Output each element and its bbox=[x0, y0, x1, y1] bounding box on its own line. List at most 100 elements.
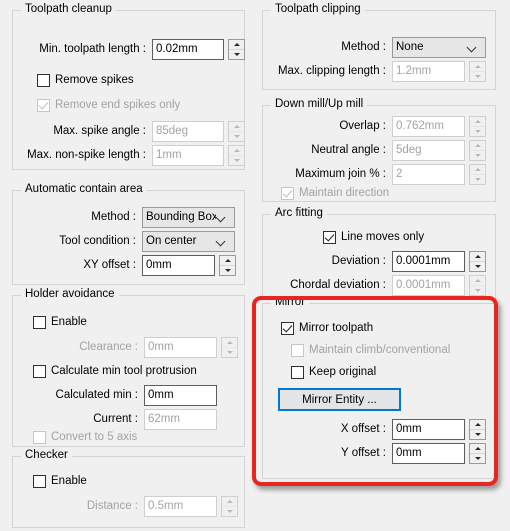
spinner-up-icon[interactable] bbox=[470, 252, 485, 262]
group-title-automatic-contain-area: Automatic contain area bbox=[21, 183, 147, 195]
checkbox-box-remove-end-spikes-only bbox=[37, 98, 50, 112]
checkbox-holder-enable[interactable]: Enable bbox=[33, 312, 87, 332]
spinner-max-clipping-length bbox=[469, 60, 486, 82]
input-max-spike-angle: 85deg bbox=[152, 120, 224, 142]
checkbox-box-maintain-direction bbox=[281, 186, 294, 200]
row-chordal-deviation: Chordal deviation : 0.0001mm bbox=[263, 274, 497, 296]
spinner-up-icon[interactable] bbox=[220, 256, 235, 266]
group-title-down-mill-up-mill: Down mill/Up mill bbox=[271, 98, 368, 110]
checkbox-box-holder-enable[interactable] bbox=[33, 315, 46, 329]
checkbox-checker-enable[interactable]: Enable bbox=[33, 471, 87, 491]
group-arc-fitting: Arc fitting Line moves only Deviation : … bbox=[262, 207, 497, 300]
checkbox-box-line-moves-only[interactable] bbox=[323, 230, 336, 244]
checkbox-label-mirror-toolpath: Mirror toolpath bbox=[299, 322, 374, 334]
row-min-toolpath-length: Min. toolpath length : 0.02mm bbox=[13, 38, 246, 60]
spinner-y-offset[interactable] bbox=[469, 442, 486, 464]
group-toolpath-clipping: Toolpath clipping Method : None Max. cli… bbox=[262, 3, 496, 90]
group-title-checker: Checker bbox=[21, 449, 72, 461]
checkbox-box-checker-enable[interactable] bbox=[33, 474, 46, 488]
label-min-toolpath-length: Min. toolpath length : bbox=[39, 43, 146, 55]
group-checker: Checker Enable Distance : 0.5mm bbox=[12, 449, 246, 528]
spinner-down-icon[interactable] bbox=[470, 454, 485, 463]
checkbox-convert-to-5-axis: Convert to 5 axis bbox=[33, 427, 137, 447]
spinner-up-icon bbox=[222, 497, 237, 507]
input-x-offset[interactable]: 0mm bbox=[392, 418, 465, 440]
checkbox-box-mirror-toolpath[interactable] bbox=[281, 321, 294, 335]
checkbox-maintain-climb-conventional: Maintain climb/conventional bbox=[291, 340, 450, 360]
spinner-up-icon[interactable] bbox=[470, 444, 485, 454]
spinner-down-icon bbox=[470, 286, 485, 295]
spinner-down-icon bbox=[229, 132, 244, 141]
group-down-mill-up-mill: Down mill/Up mill Overlap : 0.762mm Neut… bbox=[262, 98, 496, 203]
spinner-down-icon[interactable] bbox=[229, 50, 244, 59]
spinner-up-icon bbox=[470, 62, 485, 72]
row-calculated-min: Calculated min : 0mm bbox=[13, 384, 246, 406]
input-xy-offset[interactable]: 0mm bbox=[142, 254, 215, 276]
checkbox-calculate-min-tool-protrusion[interactable]: Calculate min tool protrusion bbox=[33, 361, 197, 381]
chevron-down-icon[interactable] bbox=[216, 236, 227, 247]
input-y-offset[interactable]: 0mm bbox=[392, 442, 465, 464]
group-holder-avoidance: Holder avoidance Enable Clearance : 0mm … bbox=[12, 288, 246, 447]
row-checker-distance: Distance : 0.5mm bbox=[13, 495, 246, 517]
label-overlap: Overlap : bbox=[339, 120, 386, 132]
checkbox-box-keep-original[interactable] bbox=[291, 365, 304, 379]
group-title-toolpath-cleanup: Toolpath cleanup bbox=[21, 3, 116, 15]
input-current: 62mm bbox=[144, 408, 217, 430]
spinner-up-icon[interactable] bbox=[470, 420, 485, 430]
spinner-xy-offset[interactable] bbox=[219, 254, 236, 276]
checkbox-box-maintain-climb-conventional bbox=[291, 343, 304, 357]
checkbox-label-holder-enable: Enable bbox=[51, 316, 87, 328]
spinner-up-icon[interactable] bbox=[229, 40, 244, 50]
checkbox-mirror-toolpath[interactable]: Mirror toolpath bbox=[281, 318, 373, 338]
label-contain-method: Method : bbox=[91, 211, 136, 223]
label-clipping-method: Method : bbox=[341, 41, 386, 53]
checkbox-label-checker-enable: Enable bbox=[51, 475, 87, 487]
checkbox-maintain-direction: Maintain direction bbox=[281, 183, 389, 203]
group-automatic-contain-area: Automatic contain area Method : Bounding… bbox=[12, 183, 245, 285]
spinner-down-icon[interactable] bbox=[470, 262, 485, 271]
spinner-up-icon bbox=[229, 146, 244, 156]
row-current: Current : 62mm bbox=[13, 408, 246, 430]
checkbox-box-convert-to-5-axis bbox=[33, 430, 46, 444]
spinner-down-icon bbox=[470, 175, 485, 184]
dropdown-value-clipping-method: None bbox=[396, 41, 424, 53]
spinner-min-toolpath-length[interactable] bbox=[228, 38, 245, 60]
group-mirror: Mirror Mirror toolpath Maintain climb/co… bbox=[262, 296, 497, 479]
label-checker-distance: Distance : bbox=[86, 500, 138, 512]
row-x-offset: X offset : 0mm bbox=[263, 418, 497, 440]
input-calculated-min[interactable]: 0mm bbox=[144, 384, 217, 406]
checkbox-label-convert-to-5-axis: Convert to 5 axis bbox=[51, 431, 138, 443]
input-min-toolpath-length[interactable]: 0.02mm bbox=[152, 38, 224, 60]
row-deviation: Deviation : 0.0001mm bbox=[263, 250, 497, 272]
spinner-clearance bbox=[221, 336, 238, 358]
dropdown-tool-condition[interactable]: On center bbox=[142, 230, 235, 252]
dropdown-clipping-method[interactable]: None bbox=[392, 36, 486, 58]
spinner-down-icon[interactable] bbox=[220, 266, 235, 275]
checkbox-box-remove-spikes[interactable] bbox=[37, 73, 50, 87]
label-xy-offset: XY offset : bbox=[83, 259, 136, 271]
input-maximum-join: 2 bbox=[392, 163, 465, 185]
checkbox-remove-spikes[interactable]: Remove spikes bbox=[37, 70, 134, 90]
spinner-x-offset[interactable] bbox=[469, 418, 486, 440]
checkbox-remove-end-spikes-only: Remove end spikes only bbox=[37, 95, 180, 115]
spinner-deviation[interactable] bbox=[469, 250, 486, 272]
label-deviation: Deviation : bbox=[331, 255, 386, 267]
checkbox-keep-original[interactable]: Keep original bbox=[291, 362, 376, 382]
checkbox-label-calculate-min-tool-protrusion: Calculate min tool protrusion bbox=[51, 365, 197, 377]
spinner-down-icon bbox=[470, 72, 485, 81]
dropdown-contain-method[interactable]: Bounding Box bbox=[142, 206, 235, 228]
spinner-down-icon[interactable] bbox=[470, 430, 485, 439]
input-deviation[interactable]: 0.0001mm bbox=[392, 250, 465, 272]
group-title-mirror: Mirror bbox=[271, 296, 310, 308]
checkbox-box-calculate-min-tool-protrusion[interactable] bbox=[33, 364, 46, 378]
checkbox-line-moves-only[interactable]: Line moves only bbox=[323, 227, 424, 247]
label-current: Current : bbox=[93, 413, 138, 425]
spinner-down-icon bbox=[222, 348, 237, 357]
label-x-offset: X offset : bbox=[340, 423, 386, 435]
label-clearance: Clearance : bbox=[79, 341, 138, 353]
row-max-spike-angle: Max. spike angle : 85deg bbox=[13, 120, 246, 142]
mirror-entity-button[interactable]: Mirror Entity ... bbox=[278, 388, 401, 411]
chevron-down-icon[interactable] bbox=[467, 42, 478, 53]
chevron-down-icon[interactable] bbox=[216, 212, 227, 223]
checkbox-label-remove-spikes: Remove spikes bbox=[55, 74, 134, 86]
